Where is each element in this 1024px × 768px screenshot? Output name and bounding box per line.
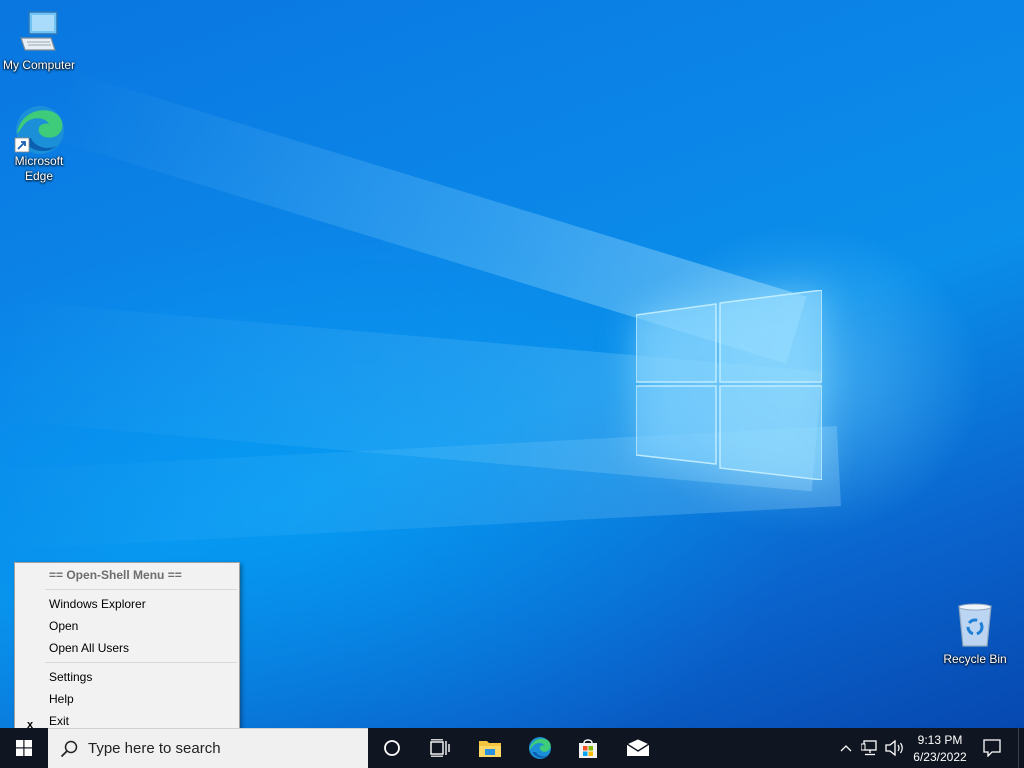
edge-icon <box>14 104 64 154</box>
volume-icon <box>885 740 903 756</box>
menu-item-exit[interactable]: Exit <box>49 711 69 728</box>
desktop-icon-label: Recycle Bin <box>943 652 1007 666</box>
mail-icon <box>626 739 650 756</box>
desktop-icon-microsoft-edge[interactable]: Microsoft Edge <box>0 104 81 184</box>
clock[interactable]: 9:13 PM 6/23/2022 <box>910 728 970 768</box>
network-button[interactable] <box>858 728 882 768</box>
menu-item-open[interactable]: Open <box>49 616 78 636</box>
task-view-icon <box>430 739 450 757</box>
taskbar: Type here to search 9:13 PM 6/23/2022 <box>0 728 1024 768</box>
store-icon <box>579 739 597 758</box>
task-view-button[interactable] <box>416 728 464 768</box>
mail-button[interactable] <box>614 728 662 768</box>
edge-icon <box>529 737 551 759</box>
desktop-icon-recycle-bin[interactable]: Recycle Bin <box>933 602 1017 667</box>
chevron-up-icon <box>840 745 852 752</box>
cortana-icon <box>384 740 400 756</box>
windows-logo-wallpaper <box>636 290 822 480</box>
desktop: My Computer Microsoft Edge Recycle Bin =… <box>0 0 1024 728</box>
volume-button[interactable] <box>882 728 908 768</box>
menu-item-help[interactable]: Help <box>49 689 74 709</box>
menu-separator <box>45 589 237 590</box>
clock-time: 9:13 PM <box>917 732 963 747</box>
menu-separator <box>45 662 237 663</box>
recycle-bin-icon <box>951 602 999 650</box>
exit-mark: x <box>27 719 34 728</box>
clock-date: 6/23/2022 <box>913 749 967 764</box>
search-icon <box>60 740 78 758</box>
open-shell-context-menu: == Open-Shell Menu == Windows Explorer O… <box>14 562 240 728</box>
menu-header: == Open-Shell Menu == <box>49 568 182 582</box>
search-placeholder: Type here to search <box>88 740 221 757</box>
show-hidden-icons-button[interactable] <box>836 728 856 768</box>
desktop-icon-label-line: Edge <box>24 169 54 183</box>
network-icon <box>861 740 877 756</box>
desktop-icon-label: My Computer <box>2 58 76 72</box>
show-desktop-button[interactable] <box>1018 728 1024 768</box>
notification-icon <box>983 739 1001 757</box>
desktop-icon-my-computer[interactable]: My Computer <box>0 8 81 73</box>
action-center-button[interactable] <box>976 728 1008 768</box>
store-button[interactable] <box>564 728 612 768</box>
desktop-icon-label-line: Microsoft <box>14 154 64 168</box>
edge-taskbar-button[interactable] <box>516 728 564 768</box>
file-explorer-button[interactable] <box>466 728 514 768</box>
menu-item-settings[interactable]: Settings <box>49 667 92 687</box>
taskbar-search-box[interactable]: Type here to search <box>48 728 368 768</box>
computer-icon <box>15 8 63 56</box>
menu-item-open-all-users[interactable]: Open All Users <box>49 638 129 658</box>
menu-item-windows-explorer[interactable]: Windows Explorer <box>49 594 146 614</box>
windows-start-icon <box>16 740 32 756</box>
start-button[interactable] <box>0 728 48 768</box>
file-explorer-icon <box>479 741 501 757</box>
cortana-button[interactable] <box>368 728 416 768</box>
